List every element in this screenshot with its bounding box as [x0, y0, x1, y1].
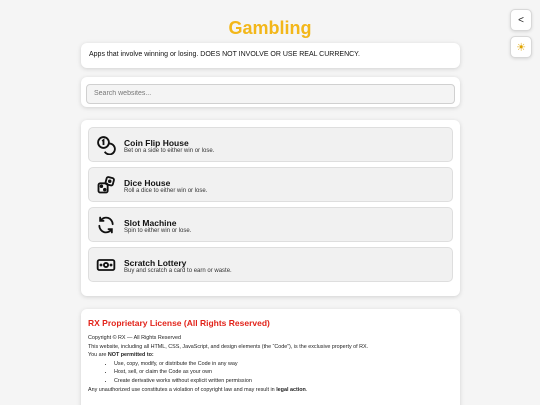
license-copyright: Copyright © RX — All Rights Reserved [88, 335, 181, 341]
app-name: Dice House [124, 178, 171, 188]
app-description: Spin to either win or lose. [124, 228, 192, 234]
app-name: Scratch Lottery [124, 258, 187, 268]
app-item-slot-machine[interactable]: Slot Machine Spin to either win or lose. [88, 207, 453, 242]
app-name: Slot Machine [124, 218, 177, 228]
app-item-coin-flip-house[interactable]: Coin Flip House Bet on a side to either … [88, 127, 453, 162]
app-item-dice-house[interactable]: Dice House Roll a dice to either win or … [88, 167, 453, 202]
page-title: Gambling [228, 18, 312, 38]
app-description: Buy and scratch a card to earn or waste. [124, 268, 232, 274]
license-title: RX Proprietary License (All Rights Reser… [88, 318, 270, 328]
sun-icon: ☀ [516, 41, 526, 54]
cash-icon [96, 259, 116, 271]
theme-toggle-button[interactable]: ☀ [510, 36, 532, 58]
search-input[interactable] [86, 83, 455, 104]
category-description: Apps that involve winning or losing. DOE… [89, 51, 360, 58]
back-button[interactable]: < [510, 9, 532, 31]
search-card [81, 77, 460, 107]
violation-prefix: Any unauthorized use constitutes a viola… [88, 386, 277, 393]
coins-icon [97, 136, 116, 155]
back-label: < [518, 14, 524, 26]
app-list: Coin Flip House Bet on a side to either … [81, 120, 460, 296]
restriction-list: Use, copy, modify, or distribute the Cod… [88, 360, 453, 386]
restriction-item: Host, sell, or claim the Code as your ow… [114, 368, 453, 377]
app-name: Coin Flip House [124, 138, 189, 148]
license-not-permitted: You are NOT permitted to: [88, 351, 453, 360]
restriction-item: Create derivative works without explicit… [114, 377, 453, 386]
violation-suffix: . [305, 386, 308, 393]
license-card: RX Proprietary License (All Rights Reser… [81, 309, 460, 405]
category-description-card: Apps that involve winning or losing. DOE… [81, 43, 460, 68]
license-violation: Any unauthorized use constitutes a viola… [88, 386, 453, 395]
not-permitted-prefix: You are [88, 352, 108, 359]
dice-icon [97, 176, 115, 194]
app-description: Roll a dice to either win or lose. [124, 188, 208, 194]
refresh-icon [98, 216, 114, 234]
not-permitted-bold: NOT permitted to: [107, 352, 154, 359]
app-item-scratch-lottery[interactable]: Scratch Lottery Buy and scratch a card t… [88, 247, 453, 282]
violation-bold: legal action [276, 386, 306, 393]
restriction-item: Use, copy, modify, or distribute the Cod… [114, 360, 453, 369]
license-ownership: This website, including all HTML, CSS, J… [88, 343, 369, 350]
app-description: Bet on a side to either win or lose. [124, 148, 215, 154]
